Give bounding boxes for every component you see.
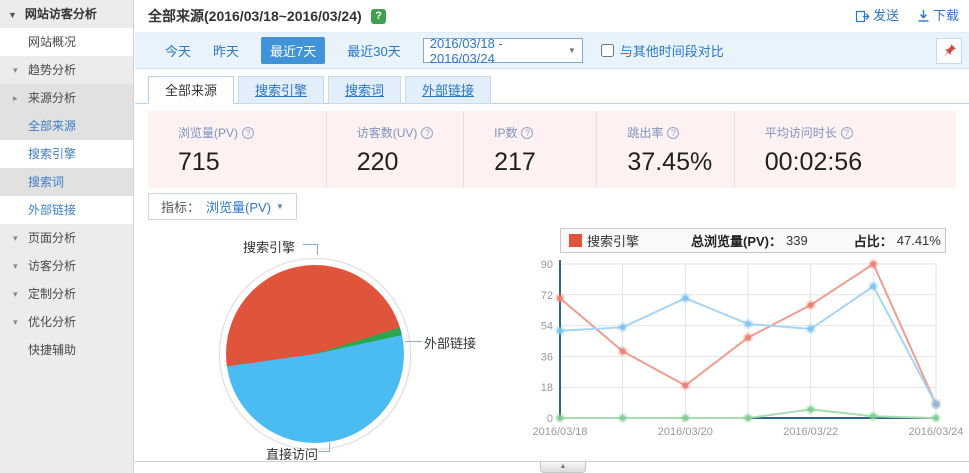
pie-chart-ring: [219, 258, 411, 450]
metric-visitors-value: 220: [356, 148, 399, 176]
collapse-panel-button[interactable]: ▲: [540, 462, 586, 473]
svg-text:0: 0: [547, 413, 553, 425]
filter-last30days[interactable]: 最近30天: [347, 41, 400, 60]
sidebar-item-source-analysis[interactable]: ▸ 来源分析: [0, 84, 133, 112]
sidebar-section-visitor-analysis[interactable]: ▼ 网站访客分析: [0, 0, 133, 28]
branch-open-icon: ▾: [13, 289, 18, 299]
sidebar-item-optimization-analysis[interactable]: ▾ 优化分析: [0, 308, 133, 336]
compare-checkbox[interactable]: [600, 44, 614, 57]
source-tabs: 全部来源 搜索引擎 搜索词 外部链接: [135, 74, 969, 104]
branch-open-icon: ▾: [13, 261, 18, 271]
pie-callout-line: [303, 244, 318, 255]
metric-pageviews: 浏览量(PV)? 715: [148, 111, 326, 188]
branch-open-icon: ▾: [13, 233, 18, 243]
pie-callout-line: [405, 341, 422, 342]
sidebar-item-page-analysis[interactable]: ▾ 页面分析: [0, 224, 133, 252]
pushpin-icon: [943, 44, 956, 58]
sidebar-item-quick-tools[interactable]: 快捷辅助: [0, 336, 133, 364]
pie-chart[interactable]: [226, 265, 404, 443]
sidebar: ▼ 网站访客分析 网站概况 ▾ 趋势分析 ▸ 来源分析 全部来源 搜索引擎 搜索词…: [0, 0, 134, 473]
sidebar-item-all-sources[interactable]: 全部来源: [0, 112, 133, 140]
sidebar-item-site-overview[interactable]: 网站概况: [0, 28, 133, 56]
pie-label-search-engine: 搜索引擎: [243, 240, 296, 255]
metric-help-icon[interactable]: ?: [521, 126, 534, 139]
branch-open-icon: ▾: [13, 65, 18, 75]
date-range-value: 2016/03/18 - 2016/03/24: [429, 35, 503, 66]
help-icon[interactable]: ?: [371, 8, 387, 24]
download-icon: [918, 10, 929, 22]
metric-avg-duration-value: 00:02:56: [764, 148, 863, 176]
svg-text:18: 18: [541, 382, 553, 394]
metric-ip-count: IP数? 217: [463, 111, 596, 188]
send-icon: [855, 10, 870, 22]
pie-label-external-links: 外部链接: [424, 336, 477, 351]
tab-search-engine[interactable]: 搜索引擎: [238, 76, 325, 104]
page-title: 全部来源(2016/03/18~2016/03/24): [148, 8, 362, 24]
indicator-selector[interactable]: 指标： 浏览量(PV) ▼: [148, 193, 297, 220]
filter-last7days-selected[interactable]: 最近7天: [261, 37, 326, 64]
sidebar-item-external-links[interactable]: 外部链接: [0, 196, 133, 224]
metrics-panel: 浏览量(PV)? 715 访客数(UV)? 220 IP数? 217 跳出率? …: [148, 111, 956, 188]
tab-external-links[interactable]: 外部链接: [405, 76, 492, 104]
legend-share-value: 47.41%: [896, 233, 941, 248]
send-button[interactable]: 发送: [855, 0, 899, 32]
metric-help-icon[interactable]: ?: [421, 126, 434, 139]
sidebar-item-search-engine[interactable]: 搜索引擎: [0, 140, 133, 168]
line-chart[interactable]: 0 18 36 54 72 90 2016/03/18 2016/03/20 2016/03/2…: [526, 256, 966, 461]
sidebar-item-trend-analysis[interactable]: ▾ 趋势分析: [0, 56, 133, 84]
metric-help-icon[interactable]: ?: [242, 126, 255, 139]
metric-help-icon[interactable]: ?: [667, 126, 680, 139]
branch-open-icon: ▾: [13, 317, 18, 327]
sidebar-item-visitor-analysis[interactable]: ▾ 访客分析: [0, 252, 133, 280]
branch-closed-icon: ▸: [13, 93, 18, 103]
legend-total-label: 总浏览量(PV)：: [691, 234, 783, 249]
sidebar-item-custom-analysis[interactable]: ▾ 定制分析: [0, 280, 133, 308]
metric-visitors: 访客数(UV)? 220: [325, 111, 463, 188]
svg-text:2016/03/20: 2016/03/20: [658, 426, 713, 438]
metric-bounce-rate-value: 37.45%: [627, 148, 713, 176]
tab-search-terms[interactable]: 搜索词: [328, 76, 402, 104]
svg-text:2016/03/18: 2016/03/18: [532, 426, 587, 438]
svg-text:2016/03/22: 2016/03/22: [783, 426, 838, 438]
metric-pageviews-value: 715: [178, 148, 220, 176]
compare-toggle[interactable]: 与其他时间段对比: [600, 41, 724, 60]
date-filter-bar: 今天 昨天 最近7天 最近30天 2016/03/18 - 2016/03/24…: [135, 32, 969, 69]
indicator-label: 指标：: [161, 200, 201, 215]
legend-series-name: 搜索引擎: [587, 234, 640, 249]
page-header: 全部来源(2016/03/18~2016/03/24) ? 发送 下载: [135, 0, 969, 32]
line-chart-legend: 搜索引擎 总浏览量(PV)： 339 占比： 47.41%: [560, 228, 946, 253]
pie-callout-line: [318, 442, 330, 452]
collapse-triangle-icon: ▼: [8, 10, 17, 20]
tab-all-sources[interactable]: 全部来源: [148, 76, 235, 104]
metric-avg-duration: 平均访问时长? 00:02:56: [733, 111, 956, 188]
compare-label: 与其他时间段对比: [619, 44, 724, 59]
legend-swatch-search-engine: [569, 234, 582, 247]
filter-today[interactable]: 今天: [165, 41, 191, 60]
svg-text:36: 36: [541, 351, 553, 363]
sidebar-item-search-terms[interactable]: 搜索词: [0, 168, 133, 196]
svg-text:72: 72: [541, 290, 553, 302]
svg-text:2016/03/24: 2016/03/24: [908, 426, 963, 438]
metric-ip-count-value: 217: [494, 148, 536, 176]
svg-text:54: 54: [541, 321, 553, 333]
analytics-dashboard: ▼ 网站访客分析 网站概况 ▾ 趋势分析 ▸ 来源分析 全部来源 搜索引擎 搜索词…: [0, 0, 969, 473]
legend-share-label: 占比：: [853, 234, 893, 249]
caret-down-icon: ▼: [567, 46, 576, 55]
filter-yesterday[interactable]: 昨天: [213, 41, 239, 60]
indicator-value: 浏览量(PV): [206, 200, 272, 215]
date-range-picker[interactable]: 2016/03/18 - 2016/03/24 ▼: [422, 35, 583, 66]
metric-help-icon[interactable]: ?: [840, 126, 853, 139]
legend-total-value: 339: [786, 233, 808, 248]
pin-button[interactable]: [936, 38, 962, 64]
metric-bounce-rate: 跳出率? 37.45%: [596, 111, 733, 188]
download-button[interactable]: 下载: [917, 0, 959, 32]
svg-text:90: 90: [541, 259, 553, 271]
caret-down-icon: ▼: [276, 202, 284, 211]
